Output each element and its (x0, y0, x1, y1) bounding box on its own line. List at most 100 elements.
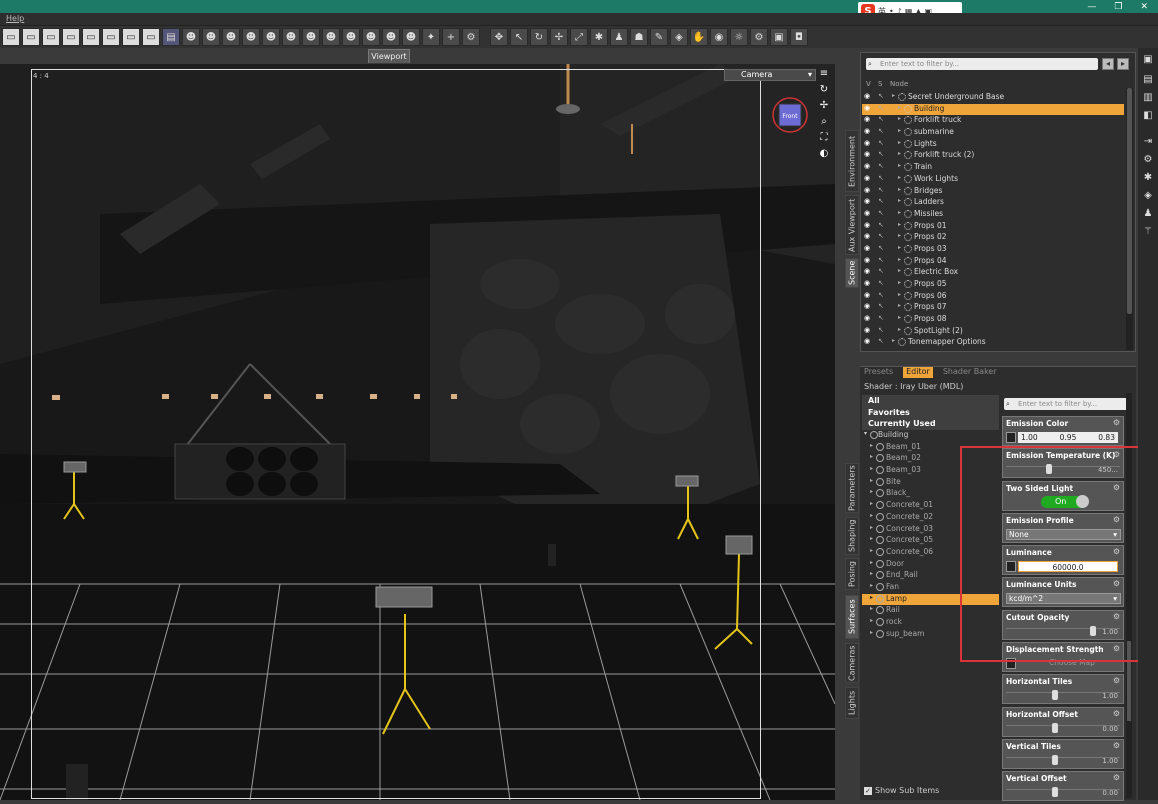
toolbar-figure11-icon[interactable]: ☻ (382, 28, 400, 46)
toolbar-render-button-icon[interactable]: ▣ (770, 28, 788, 46)
camera-select[interactable]: Camera ▾ (724, 69, 816, 81)
eye-icon[interactable]: ◉ (864, 221, 870, 229)
close-icon[interactable]: ✕ (1140, 2, 1148, 12)
toolbar-render-icon[interactable]: ▤ (162, 28, 180, 46)
toolbar-poser-icon[interactable]: ♟ (610, 28, 628, 46)
smart-content-icon[interactable]: ▤ (1141, 74, 1155, 88)
pan-icon[interactable]: ✢ (818, 100, 830, 112)
expand-arrow-icon[interactable]: ▸ (870, 582, 873, 589)
geometry-editor-icon[interactable]: ◈ (1141, 190, 1155, 204)
toolbar-figure1-icon[interactable]: ☻ (182, 28, 200, 46)
select-icon[interactable]: ↖ (878, 337, 884, 345)
expand-arrow-icon[interactable]: ▸ (898, 139, 901, 146)
select-icon[interactable]: ↖ (878, 256, 884, 264)
toolbar-file-icon[interactable]: ▭ (2, 28, 20, 46)
select-icon[interactable]: ↖ (878, 197, 884, 205)
eye-icon[interactable]: ◉ (864, 291, 870, 299)
expand-arrow-icon[interactable]: ▸ (870, 570, 873, 577)
eye-icon[interactable]: ◉ (864, 302, 870, 310)
toolbar-export-icon[interactable]: ▭ (122, 28, 140, 46)
slider[interactable]: 1.00 (1006, 754, 1120, 765)
eye-icon[interactable]: ◉ (864, 232, 870, 240)
joint-editor-icon[interactable]: ✱ (1141, 172, 1155, 186)
toolbar-joint-icon[interactable]: ✱ (590, 28, 608, 46)
expand-arrow-icon[interactable]: ▸ (898, 326, 901, 333)
toolbar-rotate-icon[interactable]: ↻ (530, 28, 548, 46)
toolbar-figure9-icon[interactable]: ☻ (342, 28, 360, 46)
toolbar-figure8-icon[interactable]: ☻ (322, 28, 340, 46)
scene-node[interactable]: ◉ ↖ ▸ Electric Box (862, 267, 1124, 279)
expand-arrow-icon[interactable]: ▸ (898, 291, 901, 298)
expand-arrow-icon[interactable]: ▸ (870, 559, 873, 566)
select-icon[interactable]: ↖ (878, 267, 884, 275)
expand-arrow-icon[interactable]: ▸ (892, 337, 895, 344)
tab-shader-baker[interactable]: Shader Baker (943, 367, 997, 378)
menu-help[interactable]: Help (6, 14, 24, 23)
property-hierarchy-icon[interactable]: ⚚ (1141, 226, 1155, 240)
expand-arrow-icon[interactable]: ▸ (898, 267, 901, 274)
reset-icon[interactable]: ◐ (818, 148, 830, 160)
eye-icon[interactable]: ◉ (864, 256, 870, 264)
expand-arrow-icon[interactable]: ▸ (870, 512, 873, 519)
slider[interactable]: 1.00 (1006, 690, 1120, 701)
show-sub-items[interactable]: ✓ Show Sub Items (864, 786, 939, 795)
select-icon[interactable]: ↖ (878, 127, 884, 135)
tab-parameters[interactable]: Parameters (845, 463, 859, 513)
minimize-icon[interactable]: — (1087, 2, 1096, 12)
slider-knob[interactable] (1051, 754, 1058, 765)
eye-icon[interactable]: ◉ (864, 337, 870, 345)
toolbar-scale-icon[interactable]: ⤢ (570, 28, 588, 46)
expand-arrow-icon[interactable]: ▸ (898, 232, 901, 239)
expand-arrow-icon[interactable]: ▸ (898, 104, 901, 111)
scene-node[interactable]: ◉ ↖ ▸ Tonemapper Options (862, 337, 1124, 349)
gear-icon[interactable]: ⚙ (1113, 773, 1120, 782)
scene-filter-input[interactable]: ⌕ Enter text to filter by... (866, 58, 1098, 70)
expand-arrow-icon[interactable]: ▸ (870, 535, 873, 542)
select-icon[interactable]: ↖ (878, 314, 884, 322)
select-icon[interactable]: ↖ (878, 104, 884, 112)
surface-category[interactable]: Currently Used (862, 418, 999, 431)
scene-node[interactable]: ◉ ↖ ▸ Ladders (862, 197, 1124, 209)
color-b[interactable]: 0.83 (1098, 432, 1115, 443)
toolbar-open-icon[interactable]: ▭ (22, 28, 40, 46)
scene-node[interactable]: ◉ ↖ ▸ Train (862, 162, 1124, 174)
tab-shaping[interactable]: Shaping (845, 517, 859, 555)
expand-arrow-icon[interactable]: ▸ (898, 150, 901, 157)
toolbar-region-icon[interactable]: ☗ (630, 28, 648, 46)
import-icon[interactable]: ⇥ (1141, 136, 1155, 150)
expand-arrow-icon[interactable]: ▸ (870, 453, 873, 460)
tab-aux-viewport[interactable]: Aux Viewport (845, 195, 859, 255)
toolbar-print-icon[interactable]: ▭ (142, 28, 160, 46)
scene-node[interactable]: ◉ ↖ ▸ Props 05 (862, 279, 1124, 291)
eye-icon[interactable]: ◉ (864, 92, 870, 100)
slider-value[interactable]: 0.00 (1102, 725, 1118, 733)
eye-icon[interactable]: ◉ (864, 209, 870, 217)
eye-icon[interactable]: ◉ (864, 104, 870, 112)
select-icon[interactable]: ↖ (878, 92, 884, 100)
eye-icon[interactable]: ◉ (864, 279, 870, 287)
zoom-icon[interactable]: ⌕ (818, 116, 830, 128)
slider-knob[interactable] (1051, 690, 1058, 701)
select-icon[interactable]: ↖ (878, 162, 884, 170)
select-icon[interactable]: ↖ (878, 291, 884, 299)
eye-icon[interactable]: ◉ (864, 115, 870, 123)
viewport[interactable]: 4 : 4 (0, 64, 835, 800)
toolbar-universal-tool-icon[interactable]: ✥ (490, 28, 508, 46)
toolbar-figure2-icon[interactable]: ☻ (202, 28, 220, 46)
expand-arrow-icon[interactable]: ▸ (870, 605, 873, 612)
scene-node[interactable]: ◉ ↖ ▸ Forklift truck (862, 115, 1124, 127)
scene-node[interactable]: ◉ ↖ ▸ Props 01 (862, 221, 1124, 233)
expand-arrow-icon[interactable]: ▸ (870, 477, 873, 484)
toolbar-select-icon[interactable]: ↖ (510, 28, 528, 46)
toolbar-snapshot-icon[interactable]: ◘ (790, 28, 808, 46)
tab-cameras[interactable]: Cameras (845, 643, 859, 683)
tab-editor[interactable]: Editor (903, 367, 933, 378)
expand-arrow-icon[interactable]: ▸ (870, 617, 873, 624)
gear-icon[interactable]: ⚙ (1113, 676, 1120, 685)
select-icon[interactable]: ↖ (878, 174, 884, 182)
eye-icon[interactable]: ◉ (864, 314, 870, 322)
toolbar-figure5-icon[interactable]: ☻ (262, 28, 280, 46)
expand-arrow-icon[interactable]: ▸ (898, 162, 901, 169)
toolbar-figure12-icon[interactable]: ☻ (402, 28, 420, 46)
scene-node[interactable]: ◉ ↖ ▸ Building (862, 103, 1124, 116)
